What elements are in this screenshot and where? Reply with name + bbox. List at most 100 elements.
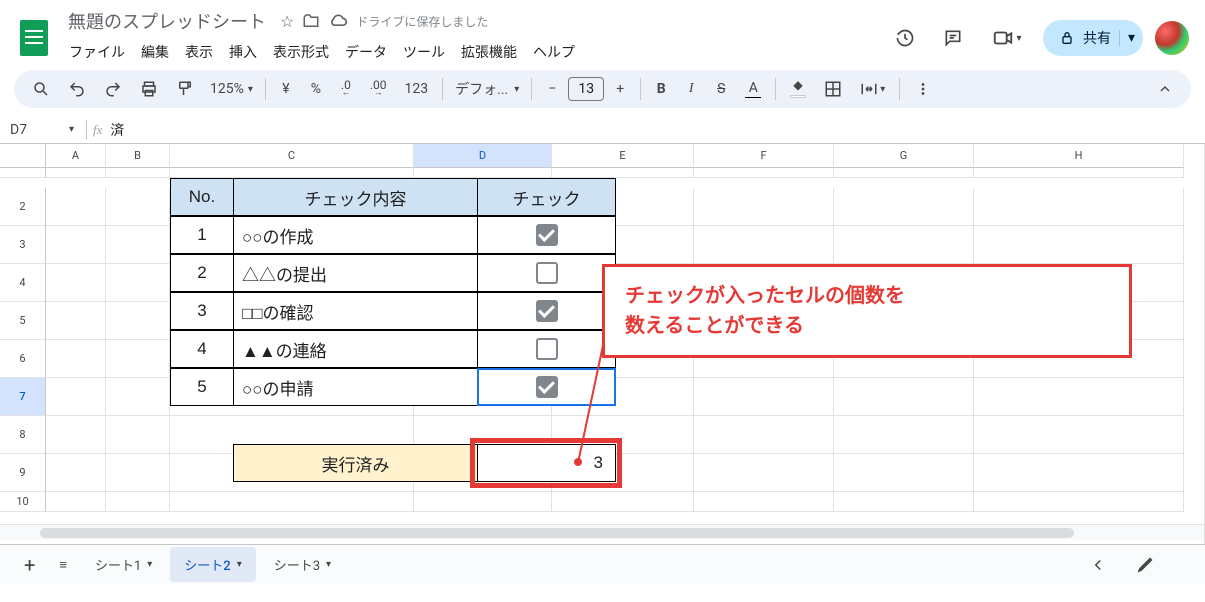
cell[interactable] [974,168,1184,178]
row-header[interactable]: 5 [0,302,46,340]
cell[interactable] [694,378,834,416]
cell[interactable] [170,340,414,378]
cell[interactable] [552,226,694,264]
collapse-toolbar-icon[interactable] [1149,74,1181,104]
checkbox[interactable] [536,224,558,246]
col-header-e[interactable]: E [552,144,694,168]
cell[interactable] [106,416,170,454]
cloud-icon[interactable] [328,11,348,31]
doc-title[interactable]: 無題のスプレッドシート [62,6,272,36]
borders-button[interactable] [816,74,850,104]
cell[interactable] [834,340,974,378]
cell[interactable] [552,264,694,302]
cell[interactable] [694,492,834,512]
cell[interactable] [414,416,552,454]
zoom-select[interactable]: 125%▾ [204,77,259,101]
decrease-font-button[interactable]: − [538,74,566,104]
cell[interactable] [414,264,552,302]
cell[interactable] [834,168,974,178]
cell[interactable] [974,226,1184,264]
col-header-d[interactable]: D [414,144,552,168]
menu-extensions[interactable]: 拡張機能 [454,38,524,66]
cell-reference[interactable]: D7▾ [10,122,80,138]
decrease-decimal-button[interactable]: .0← [332,74,360,104]
cell[interactable] [694,226,834,264]
menu-file[interactable]: ファイル [62,38,132,66]
merge-button[interactable]: ▾ [852,74,893,104]
row-header[interactable]: 2 [0,188,46,226]
cell[interactable] [46,168,106,178]
cell[interactable] [170,492,414,512]
sheet-tab-1[interactable]: シート1▾ [81,547,166,582]
row-header[interactable]: 7 [0,378,46,416]
cell[interactable] [414,378,552,416]
font-select[interactable]: デフォ...▾ [449,79,525,99]
cell[interactable] [974,340,1184,378]
cell[interactable] [106,340,170,378]
cell[interactable] [106,378,170,416]
sheet-tab-2[interactable]: シート2▾ [170,547,255,582]
cell[interactable] [974,416,1184,454]
cell[interactable] [552,340,694,378]
explore-chevron-icon[interactable] [1079,550,1117,580]
history-icon[interactable] [887,20,923,56]
cell[interactable] [552,378,694,416]
row-header[interactable] [0,168,46,178]
cell[interactable] [46,264,106,302]
menu-tools[interactable]: ツール [396,38,452,66]
cell[interactable] [46,454,106,492]
row-header[interactable]: 8 [0,416,46,454]
add-sheet-button[interactable]: + [14,547,45,583]
menu-edit[interactable]: 編集 [134,38,176,66]
increase-decimal-button[interactable]: .00→ [362,74,395,104]
share-dropdown-icon[interactable]: ▾ [1119,30,1135,46]
menu-help[interactable]: ヘルプ [526,38,582,66]
row-header[interactable]: 6 [0,340,46,378]
cell[interactable] [974,378,1184,416]
cell[interactable] [414,340,552,378]
cell[interactable] [106,454,170,492]
cell[interactable] [974,454,1184,492]
cell[interactable] [694,168,834,178]
horizontal-scrollbar[interactable] [0,524,1204,540]
move-icon[interactable] [302,12,320,30]
bold-button[interactable]: B [647,74,675,104]
cell[interactable] [414,454,552,492]
cell[interactable] [834,188,974,226]
col-header-a[interactable]: A [46,144,106,168]
cell[interactable] [552,188,694,226]
paint-format-icon[interactable] [168,74,202,104]
cell[interactable] [834,264,974,302]
cell[interactable] [834,416,974,454]
cell[interactable] [834,492,974,512]
cell[interactable] [552,168,694,178]
fill-color-button[interactable] [782,74,814,104]
checkbox[interactable] [536,376,558,398]
cell[interactable] [46,340,106,378]
cell[interactable] [170,226,414,264]
cell[interactable] [46,188,106,226]
cell[interactable] [694,416,834,454]
cell[interactable] [694,340,834,378]
checkbox[interactable] [536,300,558,322]
cell[interactable] [974,188,1184,226]
col-header-g[interactable]: G [834,144,974,168]
explore-icon[interactable] [1125,549,1165,581]
cell[interactable] [170,264,414,302]
menu-view[interactable]: 表示 [178,38,220,66]
cell[interactable] [170,378,414,416]
font-size-input[interactable]: 13 [568,77,604,101]
cell[interactable] [414,188,552,226]
cell[interactable] [414,302,552,340]
cell[interactable] [106,188,170,226]
share-button[interactable]: 共有 ▾ [1043,20,1143,56]
cell[interactable] [106,264,170,302]
col-header-f[interactable]: F [694,144,834,168]
more-icon[interactable] [906,74,940,104]
cell[interactable] [414,492,552,512]
star-icon[interactable]: ☆ [280,12,294,31]
sheet-tab-3[interactable]: シート3▾ [260,547,345,582]
formula-input[interactable]: 済 [110,120,1205,140]
increase-font-button[interactable]: + [606,74,634,104]
cell[interactable] [694,264,834,302]
